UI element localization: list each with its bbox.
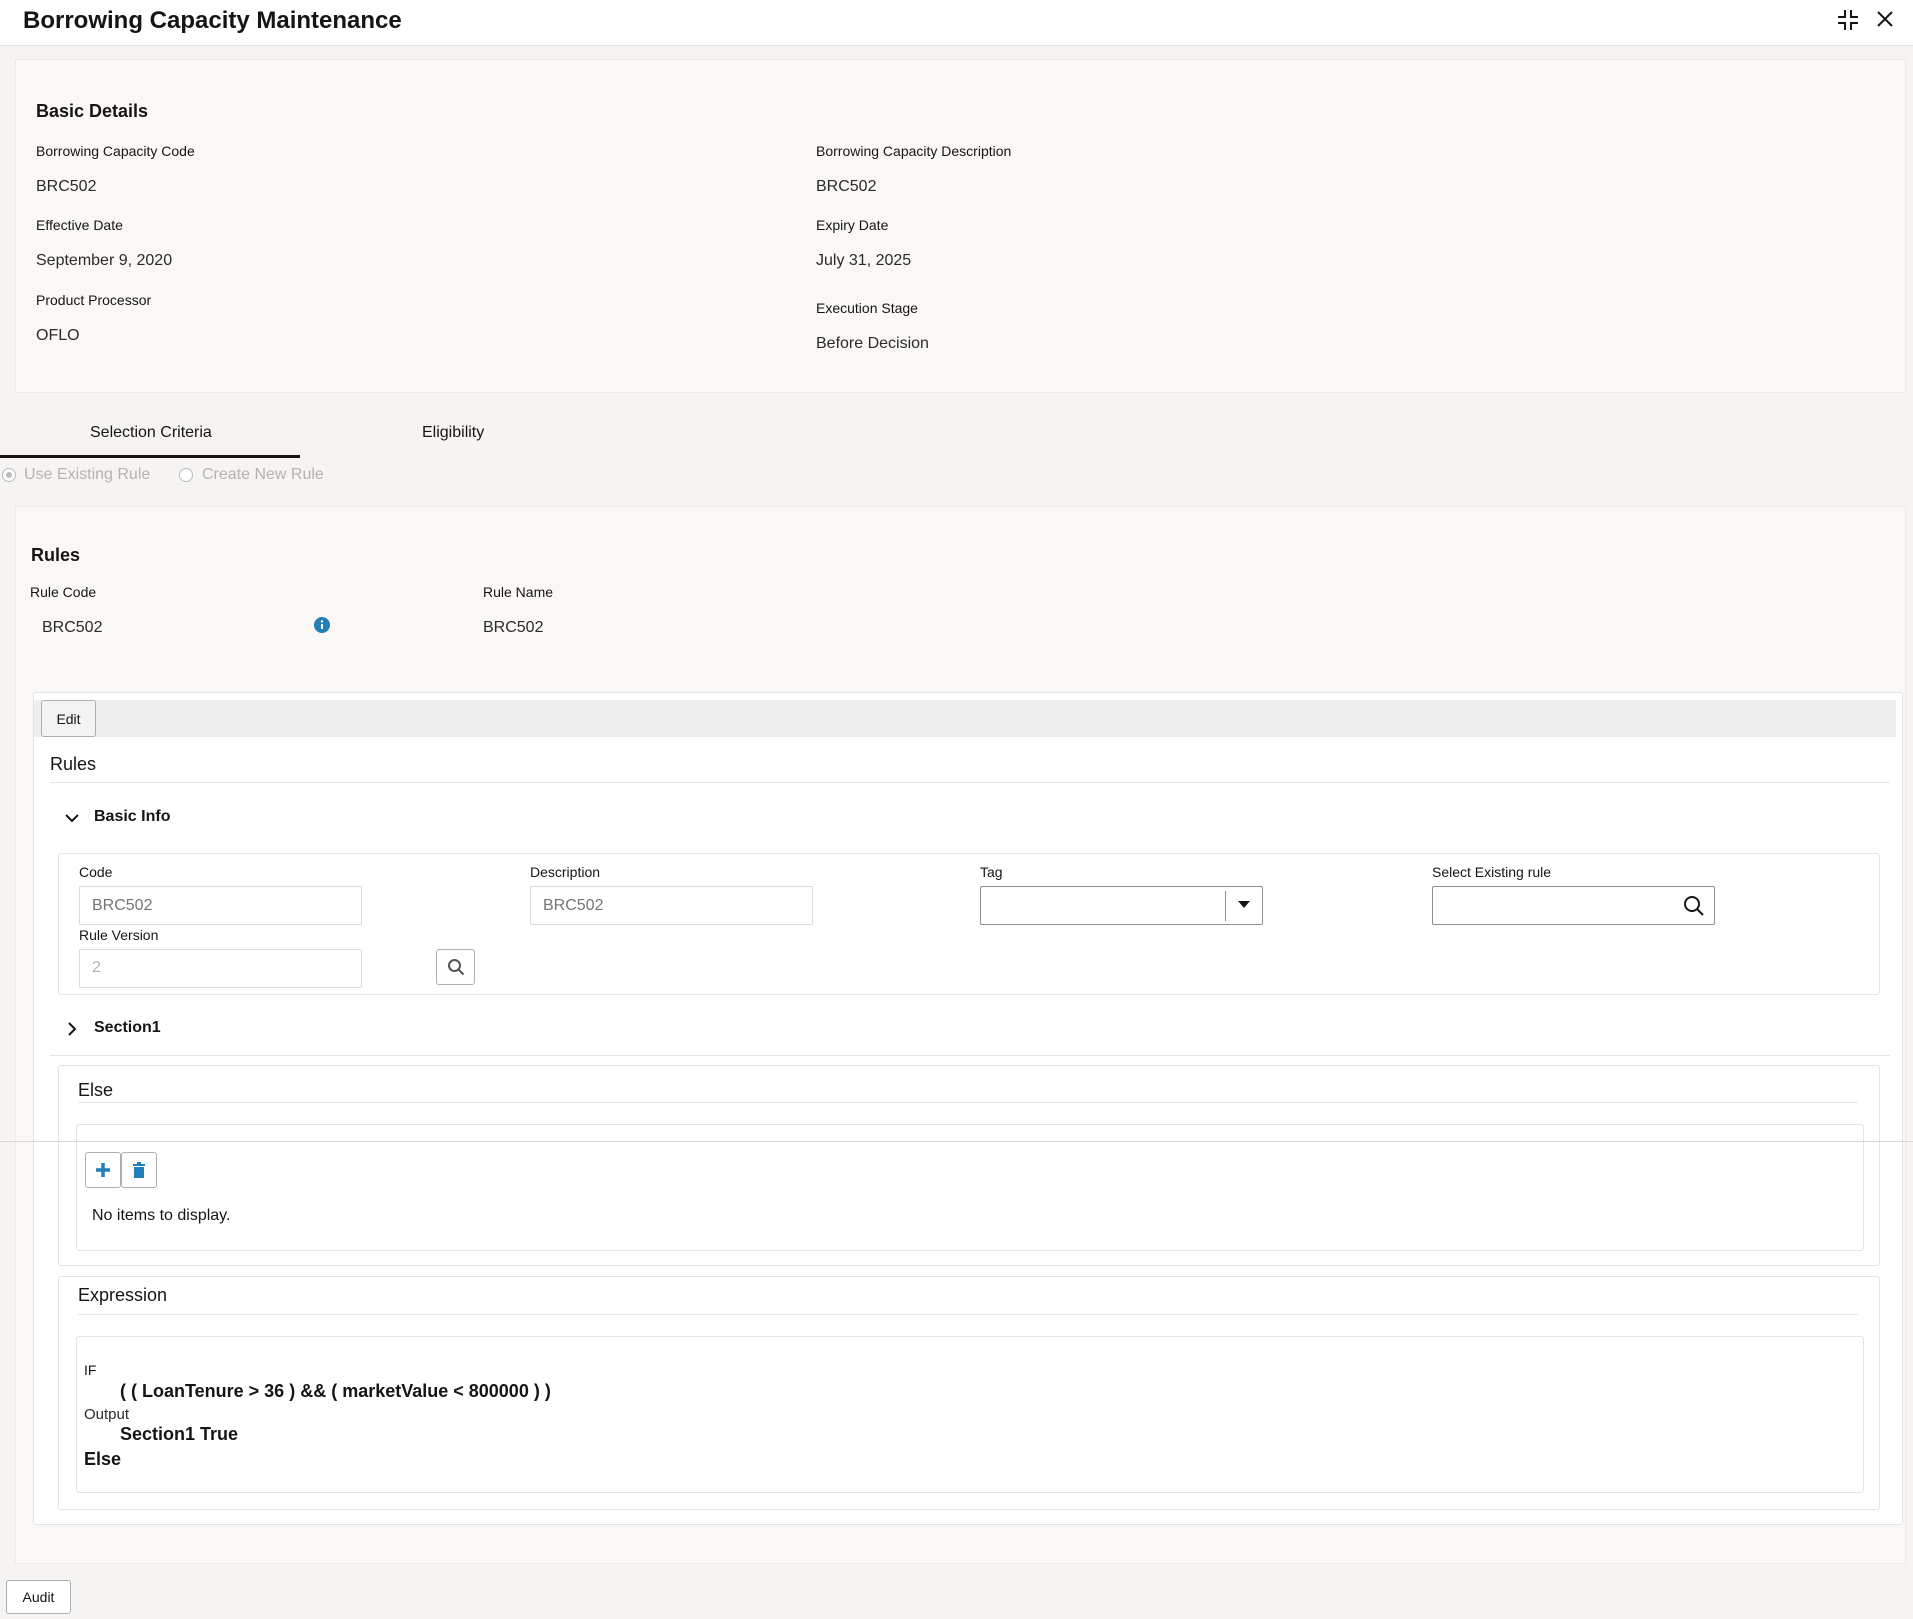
output-label: Output [84,1406,130,1423]
rules-heading: Rules [31,545,81,565]
condition-text: ( ( LoanTenure > 36 ) && ( marketValue <… [120,1381,551,1401]
select-existing-label: Select Existing rule [1432,864,1552,880]
header-bar: Borrowing Capacity Maintenance [0,0,1913,46]
basic-details-panel: Basic Details Borrowing Capacity Code BR… [15,59,1906,393]
field-label: Execution Stage [816,300,918,316]
expression-title: Expression [78,1285,168,1305]
rule-name-value: BRC502 [483,619,544,636]
section1-title[interactable]: Section1 [94,1019,161,1037]
tab-selection-criteria[interactable]: Selection Criteria [90,424,212,442]
rule-name-label: Rule Name [483,584,554,600]
output-text: Section1 True [120,1424,239,1444]
divider [0,1141,1913,1142]
field-value: OFLO [36,327,80,344]
field-label: Borrowing Capacity Description [816,143,1012,159]
description-input[interactable] [530,886,813,925]
close-icon[interactable] [1876,10,1894,28]
field-label: Product Processor [36,292,152,308]
tag-select[interactable] [980,886,1263,925]
rule-code-label: Rule Code [30,584,97,600]
plus-icon [96,1163,110,1177]
edit-button[interactable]: Edit [41,700,96,737]
compress-icon[interactable] [1836,8,1860,32]
else-title: Else [78,1080,114,1100]
code-input[interactable] [79,886,362,925]
radio-label: Use Existing Rule [24,466,151,483]
rule-editor: Edit Rules Basic Info Code Description T… [33,692,1903,1525]
caret-down-icon[interactable] [1238,901,1250,909]
tab-eligibility[interactable]: Eligibility [422,424,484,442]
rule-version-label: Rule Version [79,927,159,943]
divider [78,1102,1858,1103]
add-button[interactable] [85,1152,121,1188]
expression-box: Expression IF ( ( LoanTenure > 36 ) && (… [58,1276,1880,1510]
else-items-box: No items to display. [76,1124,1864,1251]
radio-use-existing-rule[interactable] [2,468,16,482]
trash-icon [133,1162,145,1178]
if-label: IF [84,1362,97,1378]
radio-create-new-rule[interactable] [179,468,193,482]
active-tab-indicator [0,455,300,458]
else-text: Else [84,1449,122,1469]
rule-version-input[interactable]: 2 [79,949,362,988]
basic-info-box: Code Description Tag Select Existing rul… [58,853,1880,995]
radio-label: Create New Rule [202,466,324,483]
delete-button[interactable] [121,1152,157,1188]
tag-label: Tag [980,864,1003,880]
audit-button[interactable]: Audit [6,1580,71,1614]
field-value: Before Decision [816,335,929,352]
basic-info-title[interactable]: Basic Info [94,808,170,826]
search-icon[interactable] [1683,895,1705,917]
rule-version-search-button[interactable] [436,949,475,985]
rules-editor-heading: Rules [50,754,97,774]
chevron-right-icon[interactable] [64,1021,80,1037]
expression-content: IF ( ( LoanTenure > 36 ) && ( marketValu… [76,1336,1864,1493]
info-icon[interactable] [314,617,330,633]
field-value: BRC502 [816,178,877,195]
field-value: September 9, 2020 [36,252,173,269]
code-label: Code [79,864,113,880]
divider [78,1314,1858,1315]
page-title: Borrowing Capacity Maintenance [23,7,402,34]
else-box: Else No items to display. [58,1065,1880,1266]
field-label: Effective Date [36,217,123,233]
search-icon [447,959,464,976]
basic-details-heading: Basic Details [36,101,149,121]
field-label: Expiry Date [816,217,889,233]
divider [50,1055,1890,1056]
divider [50,782,1890,783]
empty-message: No items to display. [92,1207,231,1224]
chevron-down-icon[interactable] [64,810,80,826]
field-value: BRC502 [36,178,97,195]
field-value: July 31, 2025 [816,252,912,269]
rule-code-value: BRC502 [42,619,103,636]
field-label: Borrowing Capacity Code [36,143,195,159]
editor-toolbar [34,700,1896,737]
select-existing-rule-input[interactable] [1432,886,1715,925]
description-label: Description [530,864,601,880]
